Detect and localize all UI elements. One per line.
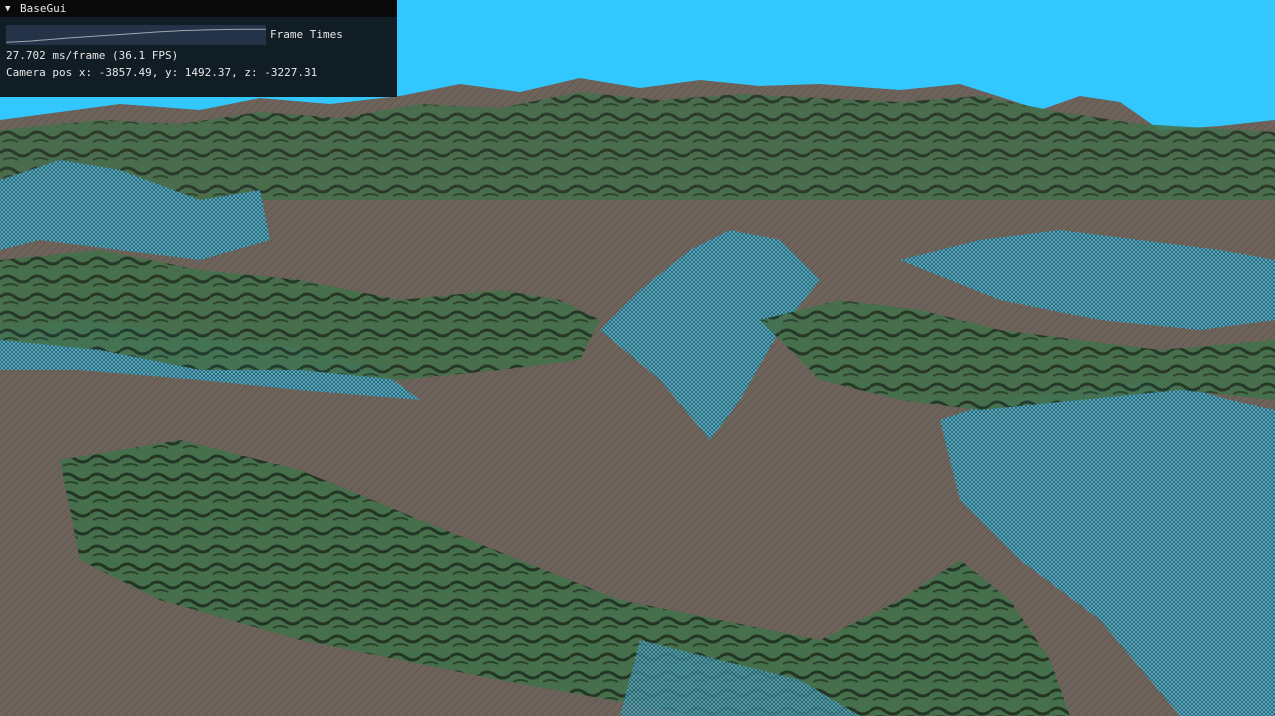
frame-times-plot[interactable] bbox=[6, 25, 266, 45]
fps-readout: 27.702 ms/frame (36.1 FPS) bbox=[6, 49, 179, 62]
frame-times-line bbox=[6, 28, 266, 43]
frame-times-label: Frame Times bbox=[270, 28, 343, 41]
3d-viewport[interactable] bbox=[0, 0, 1275, 716]
frame-times-row: Frame Times bbox=[6, 25, 343, 45]
collapse-arrow-icon[interactable]: ▼ bbox=[5, 4, 15, 14]
window-title: BaseGui bbox=[20, 2, 67, 15]
base-gui-window[interactable]: ▼ BaseGui Frame Times 27.702 ms/frame (3… bbox=[0, 0, 397, 97]
window-title-bar[interactable]: ▼ BaseGui bbox=[0, 0, 397, 17]
camera-position-readout: Camera pos x: -3857.49, y: 1492.37, z: -… bbox=[6, 66, 318, 79]
terrain-scene[interactable] bbox=[0, 0, 1275, 716]
